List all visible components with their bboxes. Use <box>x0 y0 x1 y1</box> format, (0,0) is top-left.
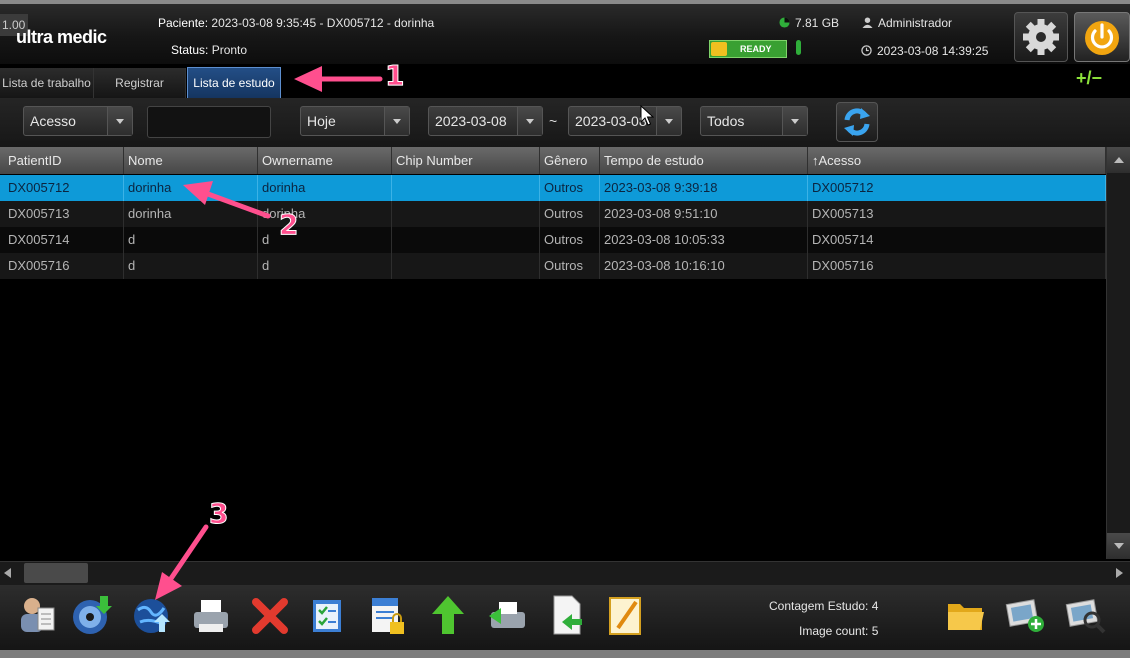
annotation-number-3: 3 <box>208 497 229 531</box>
annotation-arrows <box>155 66 383 600</box>
annotation-number-1: 1 <box>384 59 405 93</box>
annotation-number-2: 2 <box>278 208 299 242</box>
